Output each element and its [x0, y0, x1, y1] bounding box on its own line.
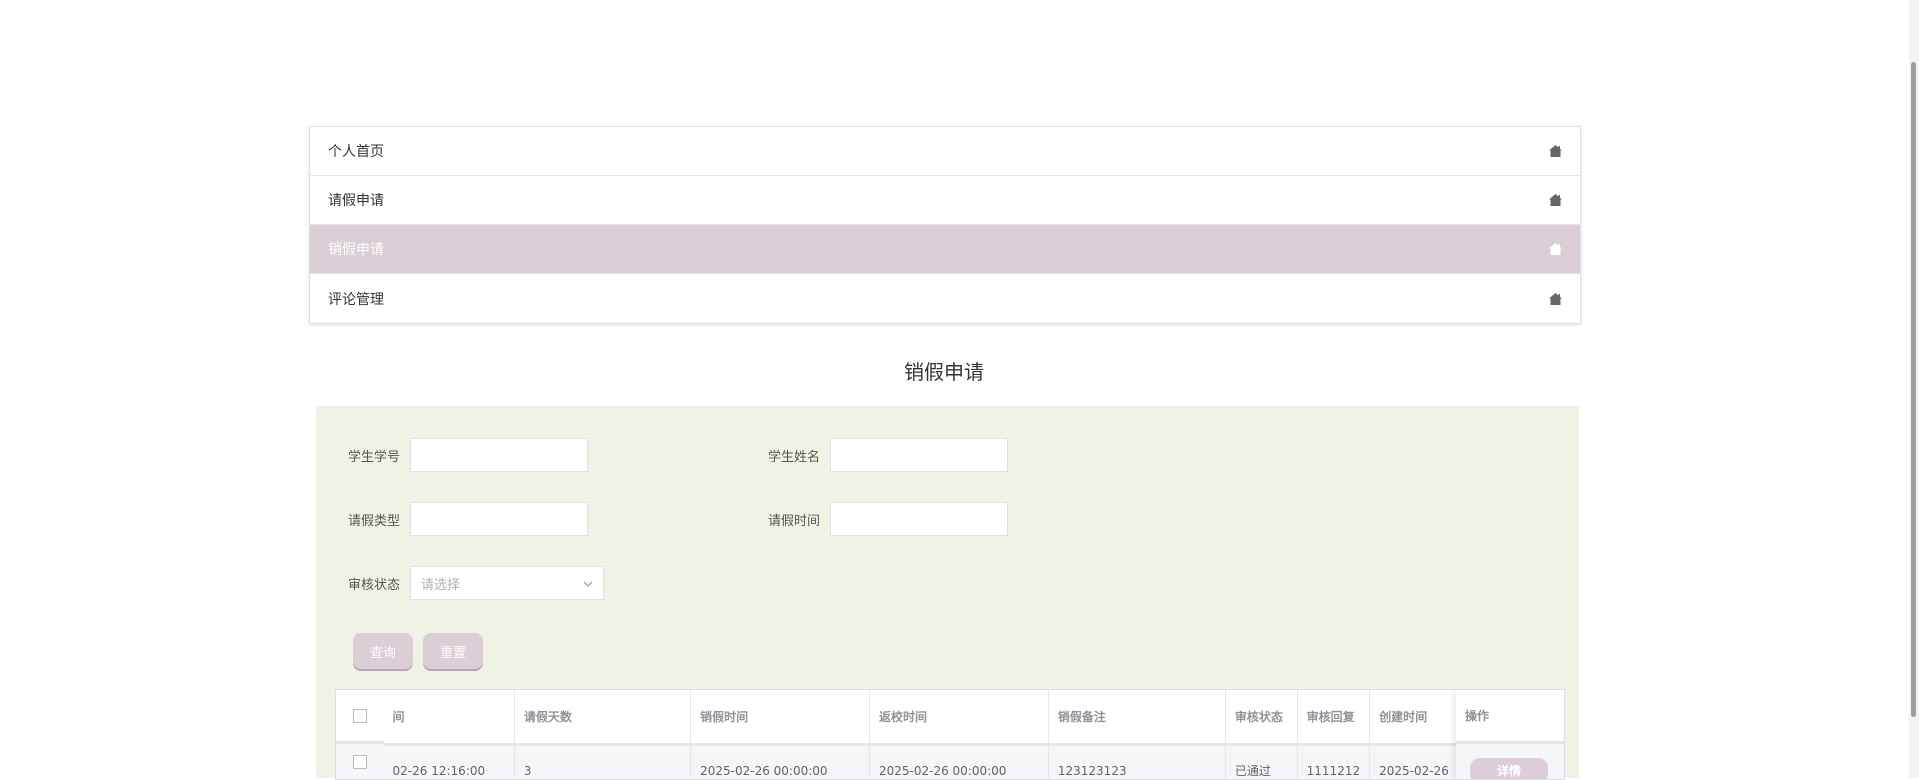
nav-item-label: 请假申请 [328, 190, 384, 210]
home-icon [1549, 145, 1562, 157]
row-checkbox-cell [336, 744, 384, 779]
student-no-input[interactable] [410, 438, 588, 472]
student-no-field: 学生学号 [348, 438, 588, 472]
table-cell: 2025-02-26 [1370, 744, 1459, 780]
table-row: 02-26 12:16:00 3 2025-02-26 00:00:00 202… [336, 744, 1564, 780]
page-title: 销假申请 [309, 356, 1579, 385]
table-cell: 3 [514, 744, 690, 780]
student-name-input[interactable] [830, 438, 1008, 472]
column-header[interactable]: 创建时间 [1370, 690, 1459, 744]
table-cell: 02-26 12:16:00 [383, 744, 514, 780]
column-header[interactable]: 审核状态 [1225, 690, 1297, 744]
table-cell: 1111212 [1297, 744, 1369, 780]
table-cell: 123123123 [1048, 744, 1225, 780]
query-button[interactable]: 查询 [353, 633, 413, 669]
row-checkbox[interactable] [353, 755, 367, 769]
table-body: 间 请假天数 销假时间 返校时间 销假备注 审核状态 审核回复 创建时间 02-… [336, 690, 1564, 780]
table-fixed-left [336, 690, 384, 779]
nav-item-label: 个人首页 [328, 141, 384, 161]
nav-item-label: 销假申请 [328, 239, 384, 259]
student-name-field: 学生姓名 [768, 438, 1008, 472]
table-cell: 已通过 [1225, 744, 1297, 780]
column-header[interactable]: 请假天数 [514, 690, 690, 744]
column-header[interactable]: 审核回复 [1297, 690, 1369, 744]
home-icon [1549, 293, 1562, 305]
leave-time-input[interactable] [830, 502, 1008, 536]
nav-item-home[interactable]: 个人首页 [310, 127, 1580, 176]
home-icon [1549, 243, 1562, 255]
student-name-label: 学生姓名 [768, 446, 830, 465]
nav-item-label: 评论管理 [328, 289, 384, 309]
review-status-placeholder: 请选择 [421, 574, 460, 593]
column-header[interactable]: 销假备注 [1048, 690, 1225, 744]
leave-type-field: 请假类型 [348, 502, 588, 536]
data-table: 间 请假天数 销假时间 返校时间 销假备注 审核状态 审核回复 创建时间 02-… [335, 689, 1565, 780]
nav-item-cancel-leave[interactable]: 销假申请 [310, 225, 1580, 274]
table-cell: 2025-02-26 00:00:00 [691, 744, 870, 780]
review-status-select[interactable]: 请选择 [410, 566, 604, 600]
table-fixed-right: 操作 详情 [1456, 690, 1564, 779]
search-panel: 学生学号 学生姓名 请假类型 请假时间 审核状态 请选择 查询 重置 间 [316, 406, 1579, 778]
leave-type-label: 请假类型 [348, 510, 410, 529]
review-status-field: 审核状态 请选择 [348, 566, 604, 600]
table-cell: 2025-02-26 00:00:00 [869, 744, 1048, 780]
nav-item-comments[interactable]: 评论管理 [310, 274, 1580, 323]
review-status-label: 审核状态 [348, 574, 410, 593]
page-scrollbar[interactable] [1909, 0, 1919, 778]
home-icon [1549, 194, 1562, 206]
scrollbar-thumb[interactable] [1911, 62, 1916, 717]
column-header[interactable]: 间 [383, 690, 514, 744]
nav-menu: 个人首页 请假申请 销假申请 评论管理 [309, 126, 1581, 324]
action-header: 操作 [1456, 690, 1564, 744]
chevron-down-icon [583, 576, 593, 591]
leave-type-input[interactable] [410, 502, 588, 536]
detail-button[interactable]: 详情 [1470, 758, 1548, 780]
leave-time-field: 请假时间 [768, 502, 1008, 536]
nav-item-leave-apply[interactable]: 请假申请 [310, 176, 1580, 225]
leave-time-label: 请假时间 [768, 510, 830, 529]
student-no-label: 学生学号 [348, 446, 410, 465]
reset-button[interactable]: 重置 [423, 633, 483, 669]
select-all-checkbox[interactable] [353, 709, 367, 723]
column-header[interactable]: 返校时间 [869, 690, 1048, 744]
select-all-checkbox-cell [336, 690, 384, 744]
table-header-row: 间 请假天数 销假时间 返校时间 销假备注 审核状态 审核回复 创建时间 [336, 690, 1564, 744]
action-cell: 详情 [1456, 744, 1564, 779]
column-header[interactable]: 销假时间 [691, 690, 870, 744]
